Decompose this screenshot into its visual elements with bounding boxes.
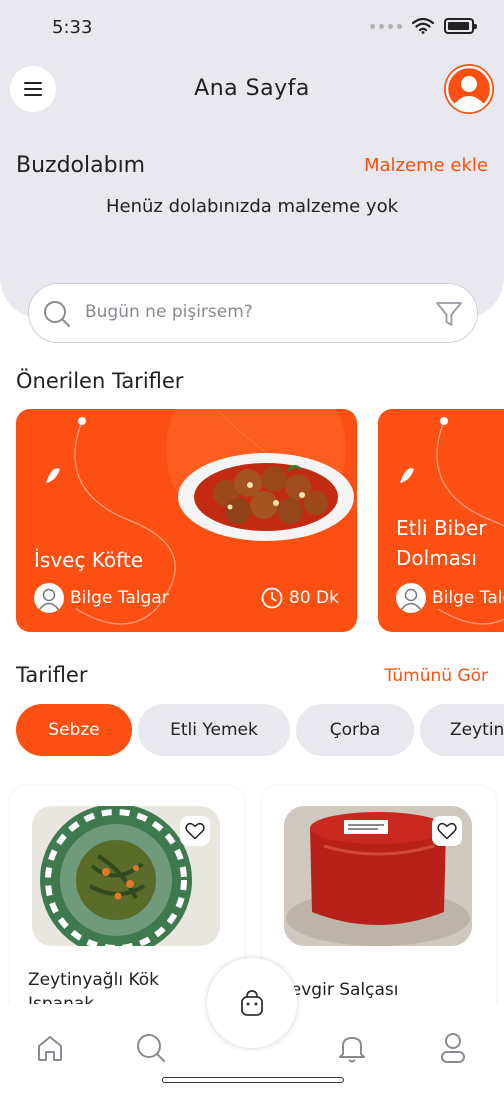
- favorite-button[interactable]: [432, 816, 462, 846]
- recipes-title: Tarifler: [16, 663, 88, 687]
- wifi-icon: [412, 18, 434, 34]
- battery-icon: [444, 18, 477, 34]
- fridge-empty-message: Henüz dolabınızda malzeme yok: [105, 196, 399, 217]
- heart-icon: [437, 822, 457, 840]
- nav-notifications[interactable]: [332, 1028, 372, 1068]
- page-title: Ana Sayfa: [194, 76, 310, 101]
- filter-icon[interactable]: [435, 300, 463, 328]
- see-all-link[interactable]: Tümünü Gör: [384, 666, 488, 686]
- nav-profile[interactable]: [433, 1028, 473, 1068]
- favorite-button[interactable]: [180, 816, 210, 846]
- user-avatar-icon: [445, 65, 493, 113]
- basket-button[interactable]: [207, 958, 297, 1048]
- category-chip-corba[interactable]: Çorba: [296, 704, 414, 756]
- recommended-carousel[interactable]: İsveç Köfte Bilge Talgar 80 Dk Etli Bibe…: [16, 409, 504, 632]
- author-avatar-icon: [396, 583, 426, 613]
- recipe-author: Bilge Talgar: [396, 583, 504, 613]
- author-avatar-icon: [34, 583, 64, 613]
- nav-search[interactable]: [131, 1028, 171, 1068]
- add-ingredient-link[interactable]: Malzeme ekle: [364, 155, 488, 176]
- search-input[interactable]: Bugün ne pişirsem?: [28, 283, 478, 343]
- recommended-card[interactable]: Etli Biber Dolması Bilge Talgar: [378, 409, 504, 632]
- category-chip-zeytinyagli[interactable]: Zeytinyağlı: [420, 704, 504, 756]
- clock-icon: [261, 587, 283, 609]
- heart-icon: [185, 822, 205, 840]
- nav-home[interactable]: [30, 1028, 70, 1068]
- recipe-title: Etli Biber Dolması: [396, 516, 487, 570]
- bell-icon: [339, 1037, 365, 1063]
- category-chip-sebze[interactable]: Sebze: [16, 704, 132, 756]
- recipe-duration: 80 Dk: [261, 587, 339, 609]
- search-icon: [137, 1034, 165, 1062]
- basket-icon: [241, 990, 263, 1016]
- recipe-title: İsveç Köfte: [34, 548, 144, 572]
- recipe-name: Sevgir Salçası: [280, 980, 399, 1000]
- recommended-title: Önerilen Tarifler: [16, 369, 184, 393]
- category-chip-etli-yemek[interactable]: Etli Yemek: [138, 704, 290, 756]
- fridge-title: Buzdolabım: [16, 153, 146, 178]
- status-time: 5:33: [52, 17, 93, 38]
- search-icon: [44, 301, 70, 327]
- author-name: Bilge Talgar: [70, 588, 169, 608]
- duration-text: 80 Dk: [289, 588, 339, 608]
- category-chips[interactable]: Sebze Etli Yemek Çorba Zeytinyağlı: [16, 704, 504, 756]
- recommended-card[interactable]: İsveç Köfte Bilge Talgar 80 Dk: [16, 409, 357, 632]
- home-indicator: [162, 1077, 344, 1083]
- profile-button[interactable]: [444, 64, 494, 114]
- home-icon: [38, 1036, 62, 1061]
- recipe-author: Bilge Talgar: [34, 583, 169, 613]
- status-indicators: [370, 18, 477, 34]
- search-placeholder: Bugün ne pişirsem?: [85, 302, 253, 322]
- kofte-plate-image: [178, 453, 354, 541]
- author-name: Bilge Talgar: [432, 588, 504, 608]
- signal-icon: [370, 23, 402, 29]
- status-bar: 5:33: [0, 0, 504, 56]
- user-icon: [441, 1033, 465, 1063]
